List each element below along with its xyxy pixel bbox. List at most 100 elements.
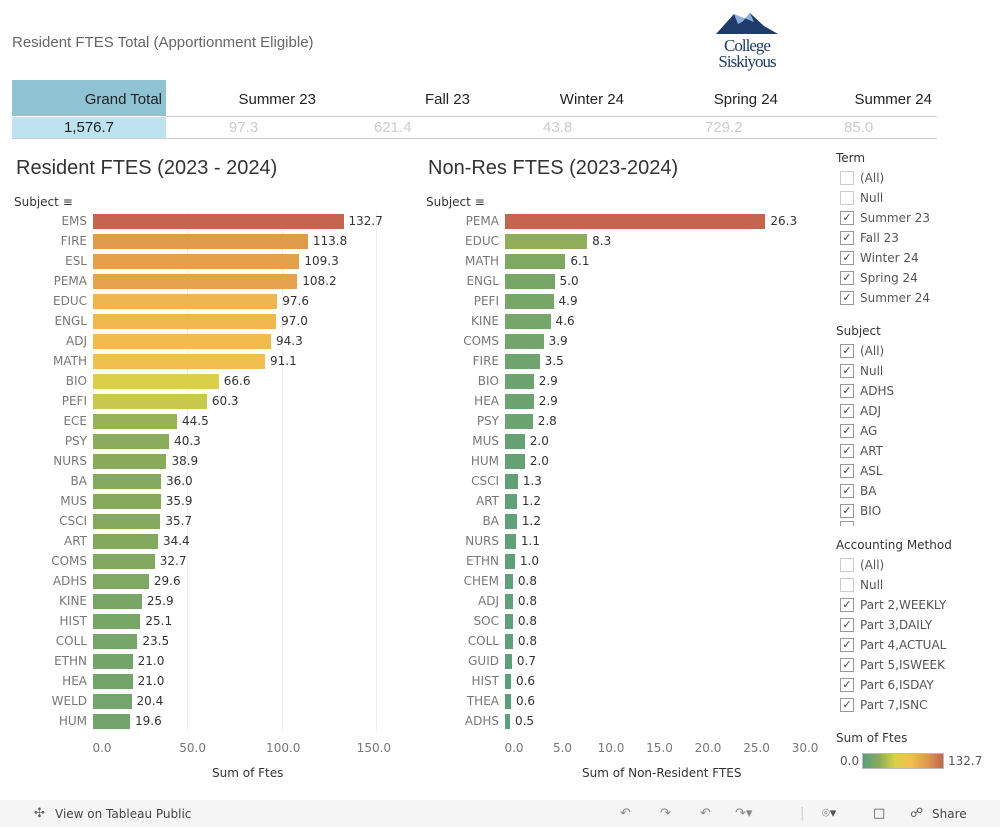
bar[interactable] — [505, 614, 513, 629]
bar[interactable] — [505, 534, 516, 549]
bar[interactable] — [505, 374, 534, 389]
bar[interactable] — [505, 294, 554, 309]
bar[interactable] — [505, 594, 513, 609]
bar[interactable] — [93, 454, 167, 469]
checkbox[interactable]: ✓ — [840, 251, 854, 265]
sort-icon[interactable]: ≡ — [63, 195, 73, 209]
filter-option[interactable]: ✓ BA — [840, 483, 876, 499]
bar[interactable] — [505, 494, 517, 509]
bar[interactable] — [505, 694, 511, 709]
filter-option[interactable]: (All) — [840, 557, 884, 573]
filter-option[interactable]: ✓ ASL — [840, 463, 883, 479]
bar[interactable] — [505, 514, 517, 529]
checkbox[interactable] — [840, 558, 854, 572]
filter-option[interactable]: ✓ Winter 24 — [840, 250, 919, 266]
bar[interactable] — [93, 574, 149, 589]
filter-option[interactable]: ✓ Summer 24 — [840, 290, 930, 306]
checkbox[interactable]: ✓ — [840, 231, 854, 245]
checkbox[interactable]: ✓ — [840, 618, 854, 632]
bar[interactable] — [93, 514, 161, 529]
filter-option[interactable]: ✓ Part 7,ISNC — [840, 697, 927, 713]
bar[interactable] — [93, 714, 130, 729]
bar[interactable] — [505, 214, 766, 229]
bar[interactable] — [93, 274, 298, 289]
filter-option[interactable]: Null — [840, 577, 883, 593]
bar[interactable] — [93, 354, 265, 369]
bar[interactable] — [93, 294, 278, 309]
bar[interactable] — [505, 254, 566, 269]
checkbox[interactable]: ✓ — [840, 598, 854, 612]
download-icon[interactable]: ⌾▾ — [822, 806, 836, 821]
checkbox[interactable]: ✓ — [840, 504, 854, 518]
undo-icon[interactable]: ↶ — [620, 806, 631, 821]
checkbox[interactable]: ✓ — [840, 364, 854, 378]
filter-option[interactable]: ✓ Part 5,ISWEEK — [840, 657, 945, 673]
bar[interactable] — [505, 394, 534, 409]
revert-icon[interactable]: ↶ — [700, 806, 711, 821]
bar[interactable] — [93, 434, 170, 449]
bar[interactable] — [93, 374, 219, 389]
bar[interactable] — [505, 474, 518, 489]
sort-icon[interactable]: ≡ — [475, 195, 485, 209]
bar[interactable] — [93, 614, 141, 629]
bar[interactable] — [93, 694, 132, 709]
filter-option[interactable]: ✓ Part 3,DAILY — [840, 617, 932, 633]
checkbox[interactable] — [840, 578, 854, 592]
bar[interactable] — [93, 674, 133, 689]
bar[interactable] — [505, 314, 551, 329]
checkbox[interactable] — [840, 171, 854, 185]
filter-option[interactable]: ✓ Null — [840, 363, 883, 379]
bar[interactable] — [505, 234, 588, 249]
checkbox[interactable]: ✓ — [840, 271, 854, 285]
redo-icon[interactable]: ↷ — [660, 806, 671, 821]
bar[interactable] — [93, 214, 344, 229]
checkbox[interactable]: ✓ — [840, 658, 854, 672]
share-button[interactable]: Share — [932, 807, 967, 821]
resident-subject-header[interactable]: Subject ≡ — [14, 195, 73, 209]
refresh-icon[interactable]: ↷▾ — [735, 806, 752, 821]
checkbox[interactable]: ✓ — [840, 444, 854, 458]
bar[interactable] — [93, 414, 178, 429]
checkbox[interactable] — [840, 191, 854, 205]
bar[interactable] — [93, 474, 161, 489]
filter-option[interactable]: ✓ Part 4,ACTUAL — [840, 637, 946, 653]
filter-option[interactable]: Null — [840, 190, 883, 206]
checkbox[interactable]: ✓ — [840, 291, 854, 305]
bar[interactable] — [93, 334, 272, 349]
filter-option[interactable]: ✓ Summer 23 — [840, 210, 930, 226]
bar[interactable] — [93, 394, 207, 409]
bar[interactable] — [93, 594, 142, 609]
checkbox[interactable]: ✓ — [840, 678, 854, 692]
checkbox[interactable]: ✓ — [840, 211, 854, 225]
bar[interactable] — [505, 454, 525, 469]
share-icon[interactable]: ☍ — [910, 806, 923, 821]
bar[interactable] — [93, 494, 161, 509]
filter-option[interactable]: ✓ Fall 23 — [840, 230, 899, 246]
bar[interactable] — [93, 234, 308, 249]
bar[interactable] — [505, 414, 533, 429]
filter-option[interactable]: ✓ ADHS — [840, 383, 894, 399]
checkbox[interactable]: ✓ — [840, 698, 854, 712]
view-on-tableau-link[interactable]: View on Tableau Public — [55, 807, 191, 821]
bar[interactable] — [505, 674, 511, 689]
bar[interactable] — [93, 534, 158, 549]
filter-option[interactable]: ✓ Part 2,WEEKLY — [840, 597, 946, 613]
bar[interactable] — [505, 334, 544, 349]
fullscreen-icon[interactable]: □ — [873, 806, 885, 821]
bar[interactable] — [93, 654, 133, 669]
checkbox[interactable]: ✓ — [840, 638, 854, 652]
filter-option[interactable]: ✓ Part 6,ISDAY — [840, 677, 934, 693]
bar[interactable] — [505, 574, 513, 589]
checkbox[interactable]: ✓ — [840, 344, 854, 358]
checkbox[interactable]: ✓ — [840, 404, 854, 418]
bar[interactable] — [505, 434, 525, 449]
filter-option[interactable]: ✓ BIO — [840, 503, 881, 519]
filter-option[interactable]: (All) — [840, 170, 884, 186]
bar[interactable] — [93, 634, 138, 649]
filter-option[interactable]: ✓ ADJ — [840, 403, 881, 419]
checkbox[interactable]: ✓ — [840, 384, 854, 398]
filter-option[interactable]: ✓ ART — [840, 443, 883, 459]
filter-option[interactable]: ✓ Spring 24 — [840, 270, 918, 286]
filter-option[interactable]: ✓ (All) — [840, 343, 884, 359]
checkbox[interactable]: ✓ — [840, 464, 854, 478]
